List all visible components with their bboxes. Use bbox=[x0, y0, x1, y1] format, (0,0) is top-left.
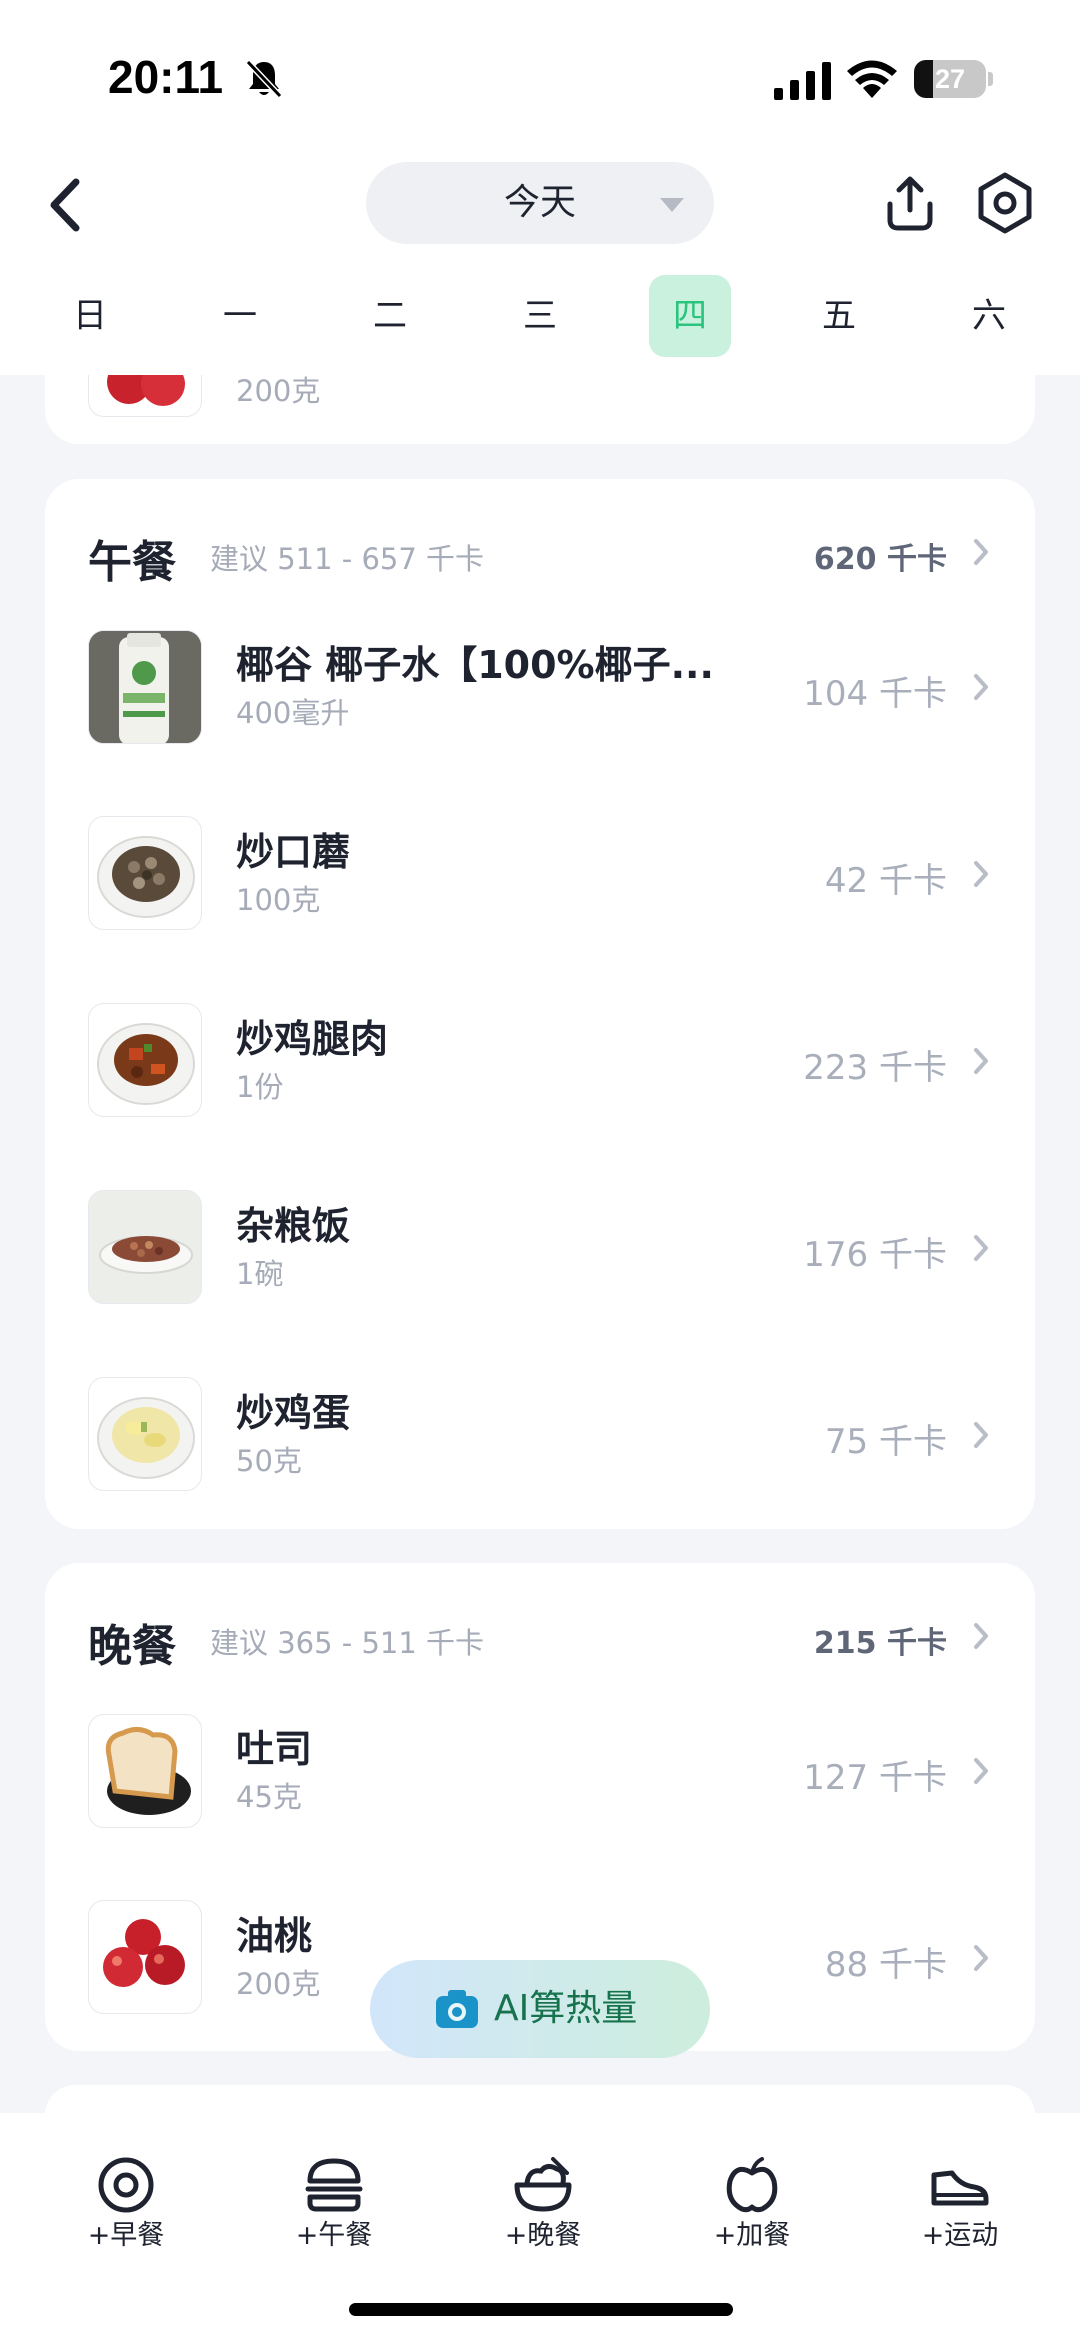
add-snack-button[interactable]: +加餐 bbox=[677, 2113, 827, 2263]
bell-muted-icon bbox=[245, 59, 283, 99]
tab-label: +加餐 bbox=[713, 2220, 791, 2251]
add-breakfast-button[interactable]: +早餐 bbox=[51, 2113, 201, 2263]
caret-down-icon bbox=[660, 198, 684, 212]
food-amount: 100克 bbox=[236, 883, 321, 917]
food-thumbnail bbox=[88, 1900, 202, 2014]
weekday-monday[interactable]: 一 bbox=[199, 275, 281, 357]
weekday-saturday[interactable]: 六 bbox=[948, 275, 1030, 357]
meal-suggestion: 建议 511 - 657 千卡 bbox=[210, 542, 485, 576]
chevron-right-icon bbox=[974, 861, 988, 887]
battery-indicator: 27 bbox=[914, 60, 986, 98]
wifi-icon bbox=[847, 60, 897, 98]
chevron-right-icon bbox=[974, 1048, 988, 1074]
home-indicator[interactable] bbox=[349, 2303, 733, 2316]
food-kcal: 88 千卡 bbox=[824, 1945, 947, 1985]
ai-button-label: AI算热量 bbox=[494, 1988, 638, 2029]
date-selector[interactable]: 今天 bbox=[366, 162, 714, 244]
nectarines-image bbox=[103, 1919, 185, 1987]
chevron-right-icon bbox=[974, 1235, 988, 1261]
weekday-thursday[interactable]: 四 bbox=[649, 275, 731, 357]
status-bar: 20:11 27 bbox=[0, 0, 1080, 150]
food-kcal: 104 千卡 bbox=[803, 674, 947, 714]
battery-cap bbox=[988, 72, 993, 86]
scrambled-eggs-image bbox=[97, 1397, 195, 1479]
food-thumbnail bbox=[88, 1190, 202, 1304]
lunch-card: 午餐 建议 511 - 657 千卡 620 千卡 椰谷 椰子水【100%椰子.… bbox=[45, 479, 1035, 1529]
food-kcal: 223 千卡 bbox=[803, 1048, 947, 1088]
signal-icon bbox=[774, 62, 831, 100]
chevron-right-icon bbox=[974, 674, 988, 700]
food-amount: 200克 bbox=[236, 1967, 321, 2001]
breakfast-card: 200克 bbox=[45, 375, 1035, 444]
weekday-friday[interactable]: 五 bbox=[798, 275, 880, 357]
food-thumbnail bbox=[88, 1377, 202, 1491]
toast-image bbox=[105, 1727, 191, 1815]
chevron-right-icon bbox=[974, 1945, 988, 1971]
status-time: 20:11 bbox=[108, 51, 224, 103]
weekday-tuesday[interactable]: 二 bbox=[349, 275, 431, 357]
food-kcal: 42 千卡 bbox=[824, 861, 947, 901]
meal-title: 午餐 bbox=[88, 537, 176, 588]
food-thumbnail bbox=[88, 630, 202, 744]
food-kcal: 176 千卡 bbox=[803, 1235, 947, 1275]
add-dinner-button[interactable]: +晚餐 bbox=[468, 2113, 618, 2263]
food-name: 炒鸡腿肉 bbox=[236, 1017, 389, 1061]
chevron-right-icon[interactable] bbox=[972, 537, 990, 567]
tab-label: +运动 bbox=[921, 2220, 999, 2251]
bowl-icon bbox=[514, 2157, 572, 2212]
sneaker-icon bbox=[931, 2170, 989, 2206]
tab-label: +早餐 bbox=[87, 2220, 165, 2251]
back-button[interactable] bbox=[40, 170, 90, 240]
food-amount: 50克 bbox=[236, 1444, 302, 1478]
chicken-leg-image bbox=[97, 1023, 195, 1105]
share-button[interactable] bbox=[880, 174, 940, 234]
coconut-water-image bbox=[89, 631, 201, 743]
food-amount: 45克 bbox=[236, 1780, 302, 1814]
settings-gear-icon[interactable] bbox=[974, 172, 1036, 234]
tab-label: +午餐 bbox=[295, 2220, 373, 2251]
food-name: 杂粮饭 bbox=[236, 1204, 351, 1248]
chevron-right-icon[interactable] bbox=[972, 1621, 990, 1651]
battery-percent: 27 bbox=[934, 64, 966, 94]
food-name: 炒鸡蛋 bbox=[236, 1391, 351, 1435]
weekday-sunday[interactable]: 日 bbox=[49, 275, 131, 357]
food-thumbnail bbox=[88, 816, 202, 930]
food-thumbnail bbox=[88, 1003, 202, 1117]
food-thumbnail bbox=[88, 375, 202, 417]
meal-title: 晚餐 bbox=[88, 1621, 176, 1672]
chevron-right-icon bbox=[974, 1422, 988, 1448]
food-kcal: 127 千卡 bbox=[803, 1758, 947, 1798]
food-kcal: 75 千卡 bbox=[824, 1422, 947, 1462]
food-name: 炒口蘑 bbox=[236, 830, 351, 874]
food-amount: 1碗 bbox=[236, 1257, 284, 1291]
food-name: 椰谷 椰子水【100%椰子... bbox=[236, 643, 714, 687]
mixed-rice-image bbox=[89, 1191, 201, 1303]
food-thumbnail bbox=[88, 1714, 202, 1828]
food-amount: 400毫升 bbox=[236, 696, 350, 730]
tab-label: +晚餐 bbox=[504, 2220, 582, 2251]
add-lunch-button[interactable]: +午餐 bbox=[259, 2113, 409, 2263]
meal-total-kcal[interactable]: 620 千卡 bbox=[814, 534, 947, 578]
food-name: 油桃 bbox=[236, 1914, 313, 1958]
nectarine-image bbox=[107, 375, 185, 406]
meal-suggestion: 建议 365 - 511 千卡 bbox=[210, 1626, 485, 1660]
apple-icon bbox=[726, 2157, 778, 2213]
add-exercise-button[interactable]: +运动 bbox=[885, 2113, 1035, 2263]
camera-icon bbox=[436, 1990, 478, 2028]
egg-icon bbox=[98, 2157, 154, 2213]
ai-calorie-button[interactable]: AI算热量 bbox=[370, 1960, 710, 2058]
weekday-wednesday[interactable]: 三 bbox=[499, 275, 581, 357]
item-amount: 200克 bbox=[236, 375, 321, 408]
food-amount: 1份 bbox=[236, 1070, 284, 1104]
header: 今天 日 一 二 三 四 五 六 bbox=[0, 150, 1080, 375]
weekday-selector: 日 一 二 三 四 五 六 bbox=[0, 275, 1080, 360]
meal-total-kcal[interactable]: 215 千卡 bbox=[814, 1618, 947, 1662]
food-name: 吐司 bbox=[236, 1727, 313, 1771]
chevron-right-icon bbox=[974, 1758, 988, 1784]
mushrooms-image bbox=[97, 836, 195, 918]
burger-icon bbox=[305, 2158, 363, 2212]
